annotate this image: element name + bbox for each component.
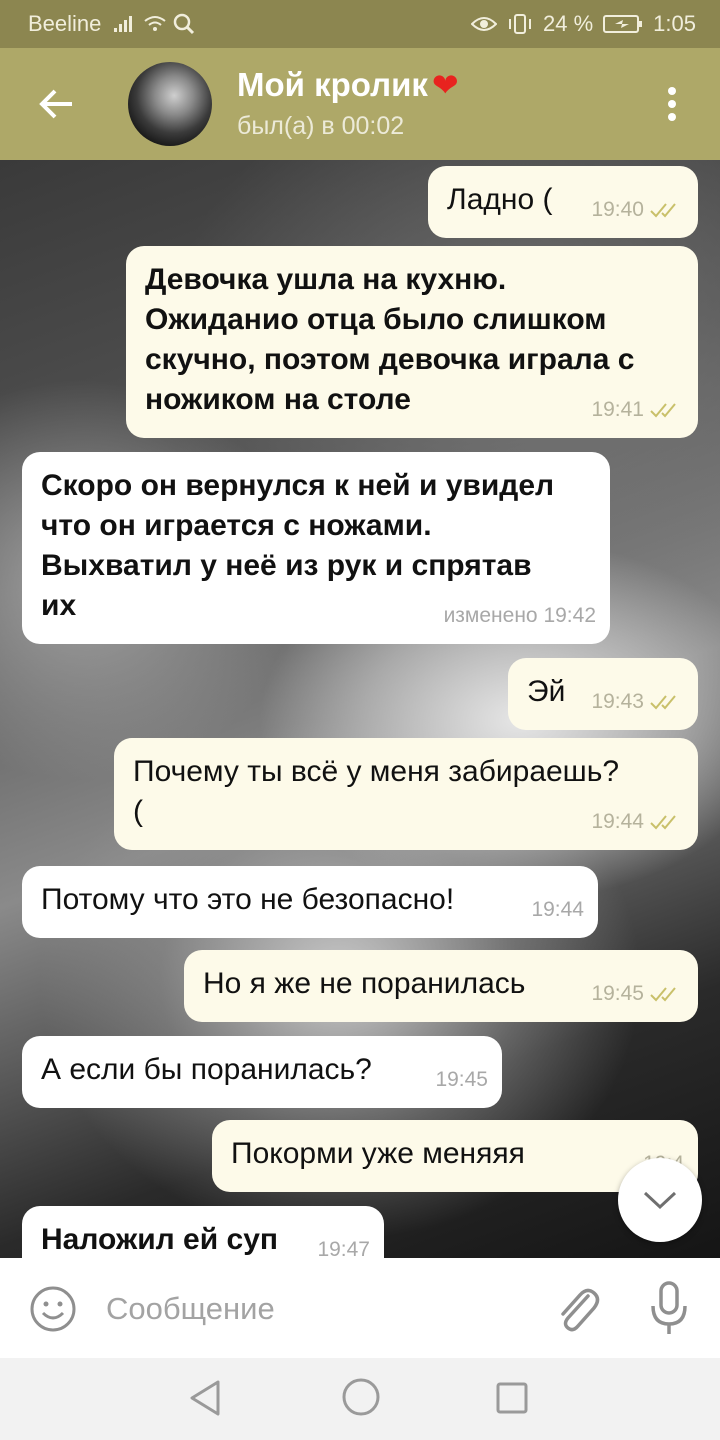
- chat-title[interactable]: Мой кролик ❤: [237, 66, 459, 104]
- message-bubble[interactable]: Эй 19:43: [508, 658, 698, 730]
- carrier-name: Beeline: [28, 11, 102, 36]
- message-text: А если бы поранилась?: [41, 1053, 372, 1086]
- message-bubble[interactable]: Скоро он вернулся к ней и увидел что он …: [22, 452, 610, 644]
- microphone-icon: [651, 1281, 687, 1334]
- message-input[interactable]: [104, 1280, 528, 1338]
- signal-icon: [114, 16, 133, 32]
- nav-recents-icon[interactable]: [494, 1380, 530, 1416]
- message-bubble[interactable]: Ладно ( 19:40: [428, 166, 698, 238]
- paperclip-icon: [561, 1288, 600, 1332]
- message-bubble[interactable]: Девочка ушла на кухню. Ожиданио отца был…: [126, 246, 698, 438]
- message-time: 19:47: [317, 1238, 370, 1258]
- message-text: Потому что это не безопасно!: [41, 883, 455, 916]
- avatar[interactable]: [128, 62, 212, 146]
- message-bubble[interactable]: Наложил ей суп 19:47: [22, 1206, 384, 1258]
- message-composer: [0, 1258, 720, 1358]
- emoji-button[interactable]: [28, 1284, 78, 1334]
- more-vertical-icon: [668, 87, 676, 95]
- search-icon: [174, 13, 195, 35]
- double-check-icon: [650, 695, 676, 710]
- message-bubble[interactable]: А если бы поранилась? 19:45: [22, 1036, 502, 1108]
- chat-title-text: Мой кролик: [237, 66, 428, 103]
- battery-percent: 24 %: [543, 11, 594, 36]
- more-options-button[interactable]: [650, 80, 694, 128]
- heart-icon: ❤: [431, 67, 459, 103]
- voice-message-button[interactable]: [644, 1280, 694, 1338]
- message-text: Покорми уже меняяя: [231, 1137, 525, 1170]
- chat-area[interactable]: Ладно ( 19:40 Девочка ушла на кухню. Ожи…: [0, 160, 720, 1258]
- message-bubble[interactable]: Потому что это не безопасно! 19:44: [22, 866, 598, 938]
- message-time: 19:40: [591, 198, 644, 221]
- message-time: 19:41: [591, 398, 644, 421]
- nav-back-icon[interactable]: [186, 1378, 226, 1418]
- message-time: 19:44: [591, 810, 644, 833]
- message-time: изменено 19:42: [443, 604, 596, 627]
- wifi-icon: [144, 16, 167, 31]
- smiley-icon: [30, 1286, 76, 1332]
- clock: 1:05: [653, 11, 696, 36]
- battery-charging-icon: [603, 15, 643, 33]
- last-seen-status: был(а) в 00:02: [237, 112, 405, 140]
- chat-header: Мой кролик ❤ был(а) в 00:02: [0, 48, 720, 160]
- eye-icon: [471, 17, 498, 31]
- double-check-icon: [650, 203, 676, 218]
- back-button[interactable]: [30, 78, 82, 130]
- chevron-down-icon: [643, 1191, 677, 1210]
- double-check-icon: [650, 815, 676, 830]
- double-check-icon: [650, 403, 676, 418]
- attach-button[interactable]: [552, 1282, 602, 1336]
- message-time: 19:43: [591, 690, 644, 713]
- message-bubble[interactable]: Но я же не поранилась 19:45: [184, 950, 698, 1022]
- vibrate-icon: [509, 14, 532, 34]
- message-bubble[interactable]: Почему ты всё у меня забираешь? ( 19:44: [114, 738, 698, 850]
- message-time: 19:44: [531, 898, 584, 921]
- status-bar: Beeline 24 % 1:05: [0, 0, 720, 48]
- scroll-down-button[interactable]: [618, 1158, 702, 1242]
- system-navigation-bar: [0, 1358, 720, 1440]
- nav-home-icon[interactable]: [340, 1376, 382, 1418]
- arrow-left-icon: [39, 89, 72, 119]
- message-time: 19:45: [435, 1068, 488, 1091]
- double-check-icon: [650, 987, 676, 1002]
- message-time: 19:45: [591, 982, 644, 1005]
